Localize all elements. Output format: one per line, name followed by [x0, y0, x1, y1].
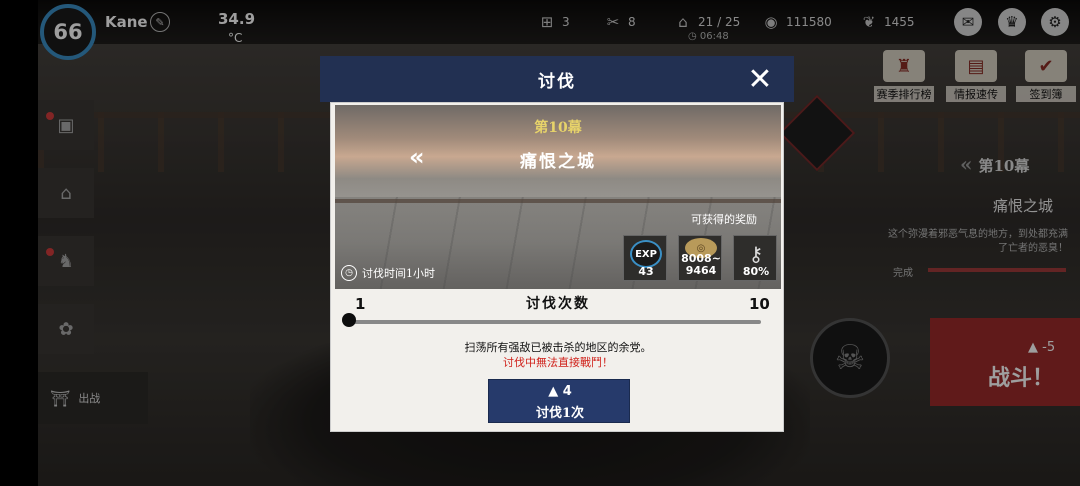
onigiri-icon: ▲: [548, 384, 563, 399]
stage-railing: [335, 199, 781, 203]
sweep-warning: 讨伐中無法直接戰鬥！: [503, 356, 613, 369]
coin-reward[interactable]: ◎ 8008~ 9464: [678, 235, 722, 281]
sweep-cost: ▲ 4: [548, 384, 572, 399]
count-max: 10: [749, 295, 770, 313]
dialog-body: 第10幕 « 痛恨之城 可获得的奖励 EXP 43 ◎ 8008~ 9464 ⚷…: [330, 102, 784, 432]
exp-reward[interactable]: EXP 43: [623, 235, 667, 281]
exp-amount: 43: [638, 265, 654, 278]
sweep-duration: ◷ 讨伐时间1小时: [341, 265, 435, 281]
key-reward[interactable]: ⚷ 80%: [733, 235, 777, 281]
sweep-label: 讨伐1次: [535, 406, 585, 421]
count-slider-track[interactable]: [349, 320, 761, 324]
stopwatch-icon: ◷: [341, 265, 357, 281]
dialog-header: 讨伐: [320, 56, 794, 102]
reward-title: 可获得的奖励: [691, 213, 757, 226]
exp-icon: EXP: [630, 240, 662, 268]
sweep-description: 扫荡所有强敌已被击杀的地区的余党。: [464, 341, 652, 354]
coin-amount: 8008~ 9464: [681, 252, 721, 277]
key-chance: 80%: [742, 265, 770, 278]
sweep-button[interactable]: ▲ 4 讨伐1次: [488, 379, 630, 423]
stage-chapter: 第10幕: [534, 120, 582, 136]
close-icon[interactable]: ✕: [742, 62, 778, 97]
sweep-dialog: 讨伐 ✕ 第10幕 « 痛恨之城 可获得的奖励 EXP 43 ◎ 8008~ 9…: [320, 56, 794, 432]
key-icon: ⚷: [748, 242, 764, 266]
count-label: 讨伐次数: [526, 296, 590, 312]
count-slider-handle[interactable]: [342, 313, 356, 327]
dialog-title: 讨伐: [538, 71, 576, 92]
stage-name: 痛恨之城: [520, 152, 596, 172]
